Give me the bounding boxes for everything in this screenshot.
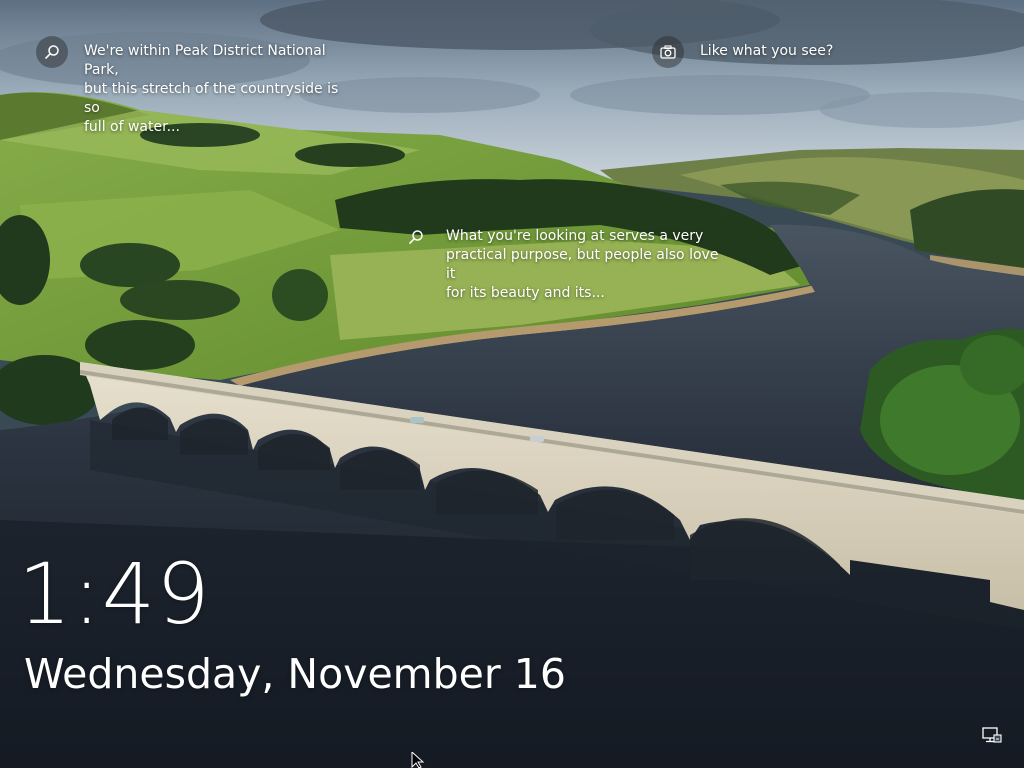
- spotlight-item-like[interactable]: Like what you see?: [652, 36, 892, 68]
- spotlight-item-park[interactable]: We're within Peak District National Park…: [36, 36, 356, 137]
- spotlight-text-park[interactable]: We're within Peak District National Park…: [84, 42, 356, 137]
- search-icon[interactable]: [36, 36, 68, 68]
- spotlight-text-bridge[interactable]: What you're looking at serves a very pra…: [446, 227, 724, 303]
- network-icon[interactable]: [982, 727, 1002, 745]
- lock-screen-clock: 1:49: [18, 545, 211, 643]
- mouse-cursor-icon: [411, 752, 425, 768]
- spotlight-item-bridge[interactable]: What you're looking at serves a very pra…: [404, 225, 724, 303]
- camera-icon[interactable]: [652, 36, 684, 68]
- lock-screen-date: Wednesday, November 16: [24, 650, 566, 698]
- search-icon[interactable]: [404, 225, 428, 249]
- spotlight-text-like[interactable]: Like what you see?: [700, 42, 833, 61]
